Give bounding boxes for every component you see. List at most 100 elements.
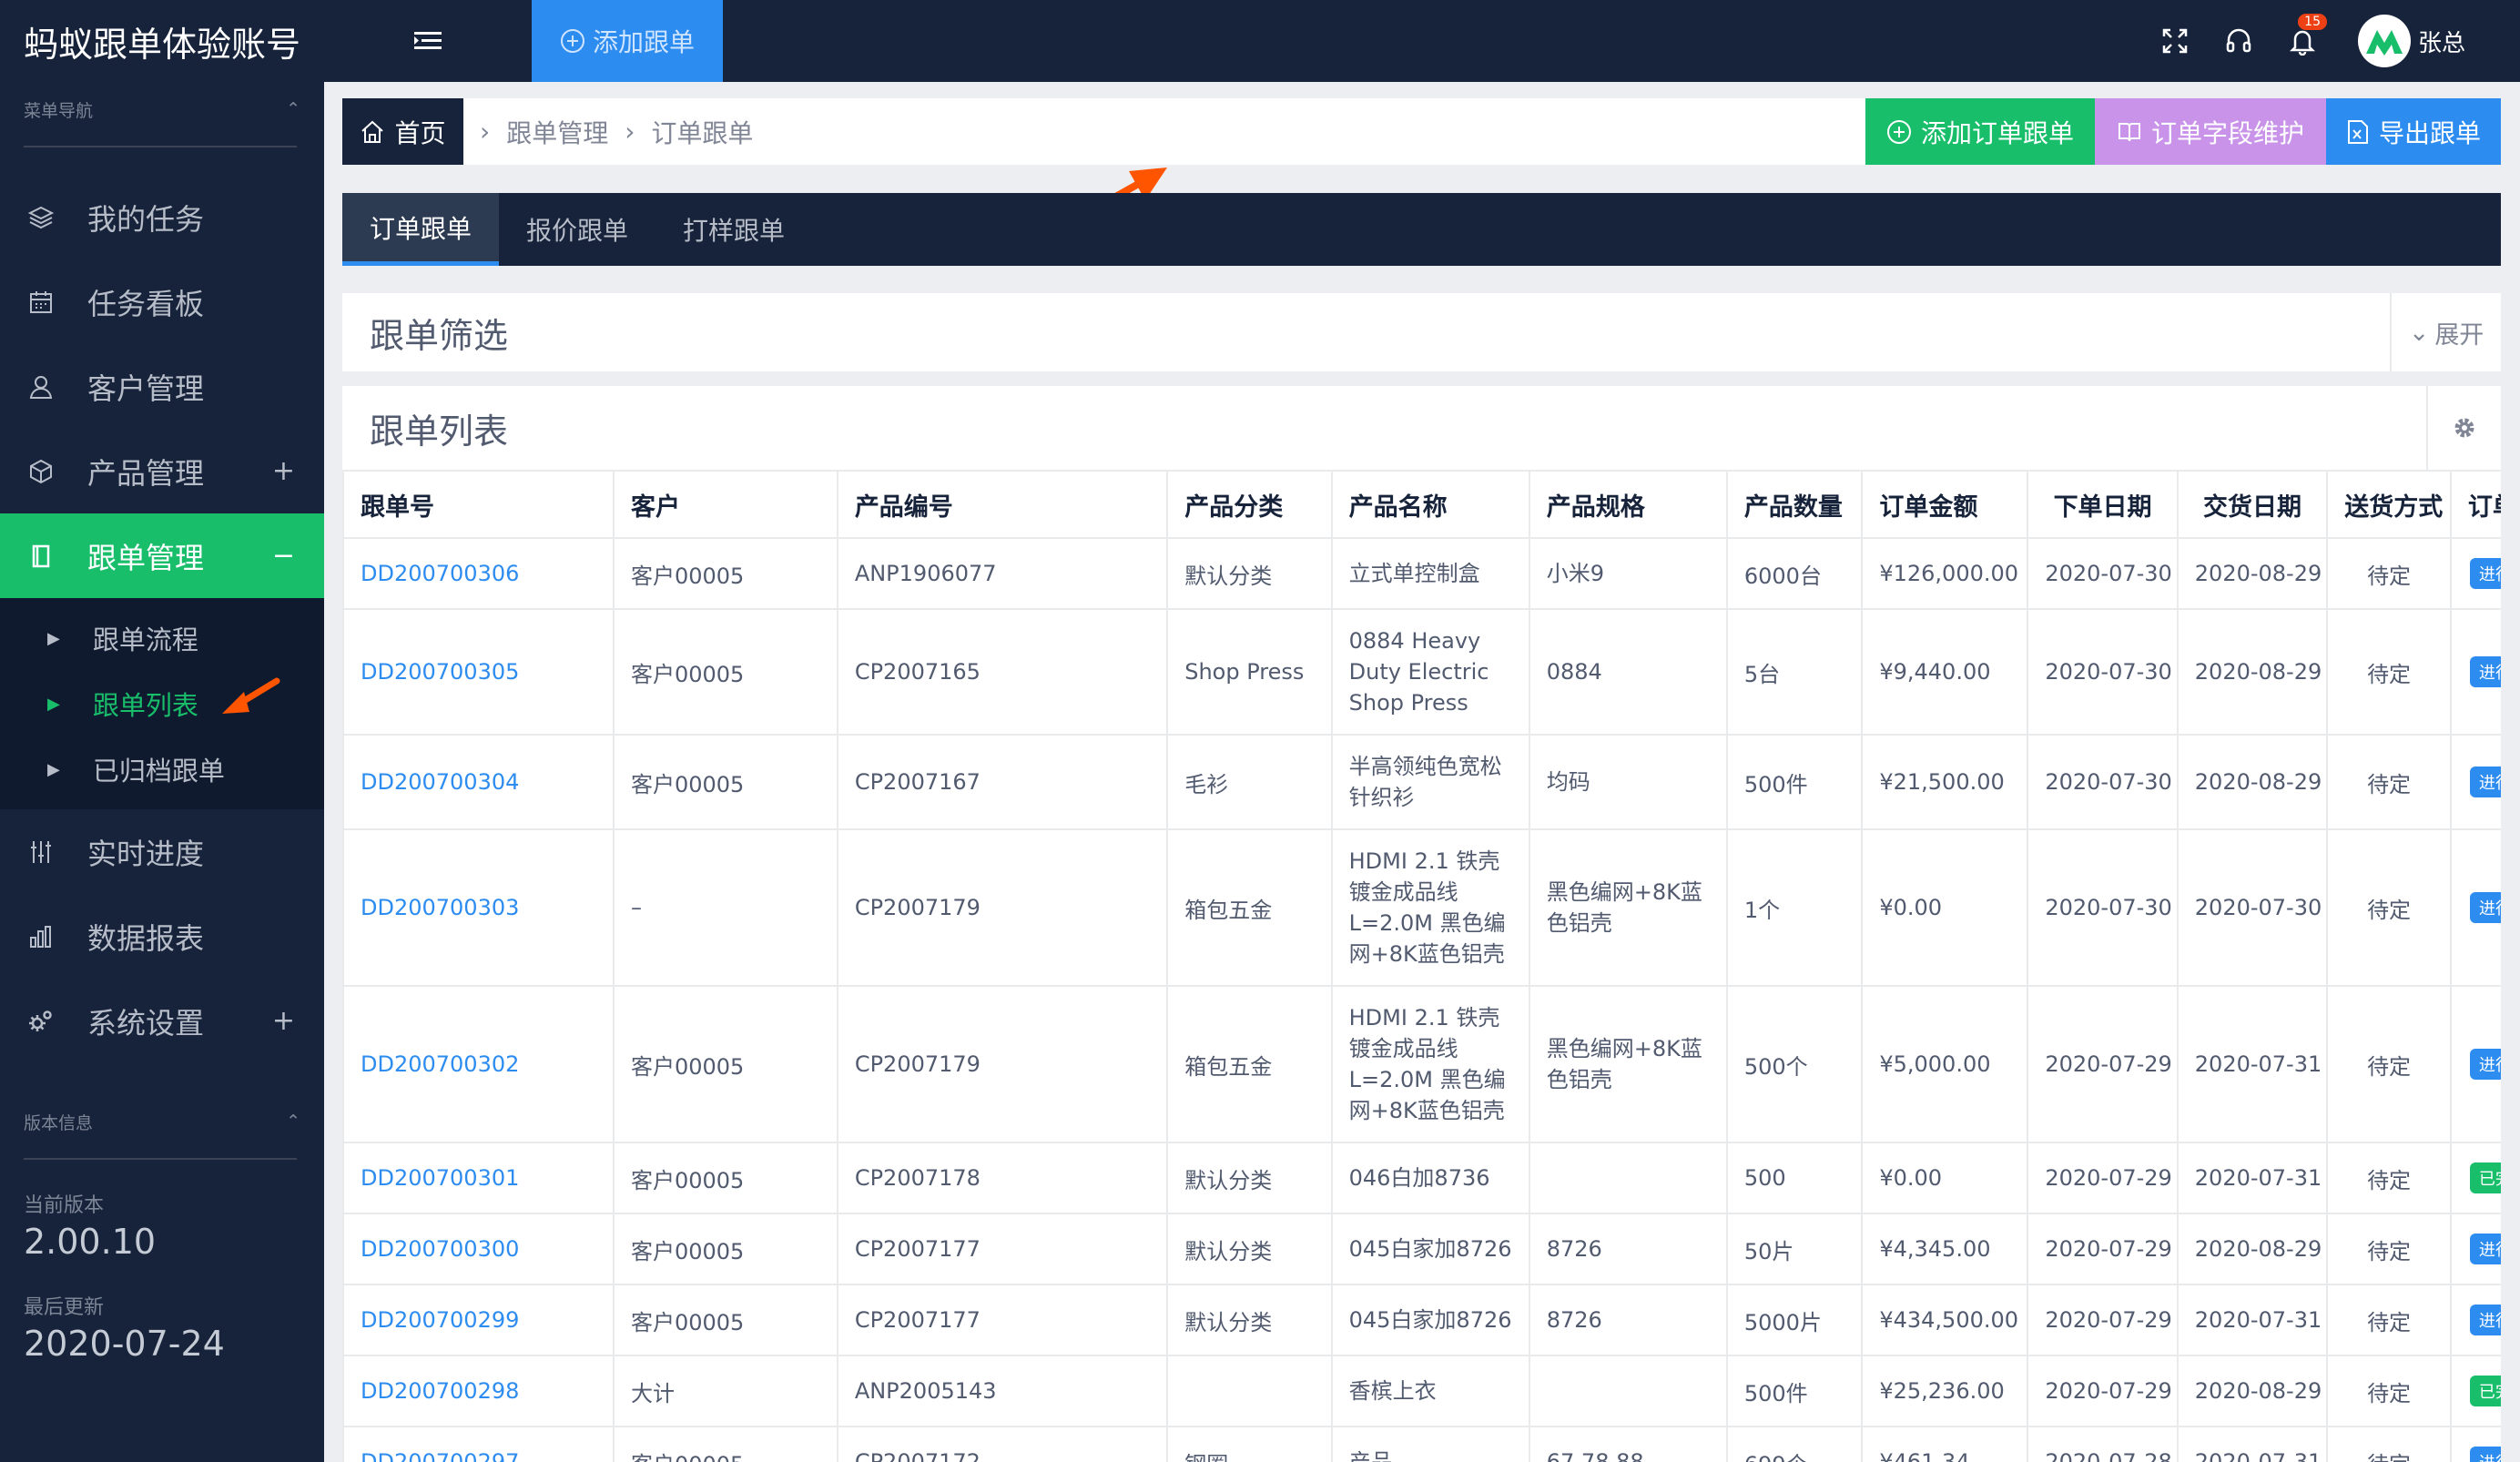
column-header[interactable]: 下单日期 bbox=[2027, 470, 2179, 539]
sidebar-subitem-list[interactable]: ▶ 跟单列表 bbox=[0, 671, 324, 736]
headset-icon[interactable] bbox=[2207, 26, 2271, 56]
order-number-link[interactable]: DD200700298 bbox=[342, 1355, 615, 1427]
gear-icon[interactable] bbox=[2426, 386, 2501, 470]
chevron-right-icon: › bbox=[480, 117, 491, 147]
amount-cell: ¥21,500.00 bbox=[1861, 734, 2029, 830]
table-row[interactable]: DD200700297客户00005CP2007172钢圈产品67.78.886… bbox=[342, 1426, 2501, 1462]
product-name-cell: 半高领纯色宽松针织衫 bbox=[1330, 734, 1530, 830]
table-row[interactable]: DD200700300 客户00005 CP2007177 默认分类 045白家加872… bbox=[342, 1213, 2501, 1285]
sidebar-item-label: 数据报表 bbox=[87, 920, 205, 956]
product-spec-cell: 67.78.88 bbox=[1528, 1426, 1728, 1462]
product-category-cell bbox=[1166, 1355, 1333, 1427]
user-name: 张总 bbox=[2417, 29, 2465, 57]
collapse-minus-icon: − bbox=[271, 540, 295, 572]
quantity-cell: 500件 bbox=[1725, 1355, 1864, 1427]
column-header[interactable]: 送货方式 bbox=[2326, 470, 2452, 539]
product-name-cell: 产品 bbox=[1330, 1426, 1530, 1462]
breadcrumb-home[interactable]: 首页 bbox=[342, 98, 463, 165]
column-header[interactable]: 产品规格 bbox=[1528, 470, 1728, 539]
app-title: 蚂蚁跟单体验账号 bbox=[24, 24, 301, 65]
top-add-label: 添加跟单 bbox=[592, 27, 695, 57]
add-order-tracking-button[interactable]: 添加订单跟单 bbox=[1865, 98, 2095, 165]
sidebar-item-reports[interactable]: 数据报表 bbox=[0, 894, 324, 979]
add-order-tracking-label: 添加订单跟单 bbox=[1920, 117, 2074, 148]
table-row[interactable]: DD200700304 客户00005 CP2007167 毛衫 半高领纯色宽松针织衫均… bbox=[342, 734, 2501, 830]
top-add-button[interactable]: 添加跟单 bbox=[532, 0, 723, 82]
sidebar-item-progress[interactable]: 实时进度 bbox=[0, 809, 324, 894]
menu-toggle-icon[interactable] bbox=[324, 30, 532, 52]
column-header[interactable]: 产品名称 bbox=[1330, 470, 1530, 539]
amount-cell: ¥461.34 bbox=[1861, 1426, 2029, 1462]
sidebar-item-settings[interactable]: 系统设置 + bbox=[0, 979, 324, 1063]
sidebar-item-task-board[interactable]: 任务看板 bbox=[0, 259, 324, 344]
order-date-cell: 2020-07-29 bbox=[2027, 985, 2179, 1143]
filter-panel: 跟单筛选 ⌄ 展开 bbox=[342, 293, 2501, 371]
table-row[interactable]: DD200700305 客户00005 CP2007165 Shop Press 088… bbox=[342, 608, 2501, 736]
order-number-link[interactable]: DD200700306 bbox=[342, 537, 615, 610]
delivery-date-cell: 2020-07-31 bbox=[2176, 1426, 2329, 1462]
column-header[interactable]: 产品数量 bbox=[1725, 470, 1864, 539]
breadcrumb-level1[interactable]: 跟单管理 bbox=[506, 114, 608, 150]
quantity-cell: 6000台 bbox=[1725, 537, 1864, 610]
product-spec-cell: 均码 bbox=[1528, 734, 1728, 830]
column-header[interactable]: 产品编号 bbox=[836, 470, 1169, 539]
product-spec-cell: 0884 bbox=[1528, 608, 1728, 736]
user-menu[interactable]: 张总 bbox=[2357, 15, 2465, 67]
column-header[interactable]: 订单状 bbox=[2449, 470, 2501, 539]
order-number-link[interactable]: DD200700300 bbox=[342, 1213, 615, 1285]
product-spec-cell bbox=[1528, 1142, 1728, 1214]
shipping-method-cell: 待定 bbox=[2326, 1284, 2452, 1356]
status-badge: 已完成 bbox=[2469, 1162, 2501, 1193]
divider bbox=[24, 146, 297, 147]
amount-cell: ¥0.00 bbox=[1861, 828, 2029, 987]
column-header[interactable]: 跟单号 bbox=[342, 470, 615, 539]
order-number-link[interactable]: DD200700301 bbox=[342, 1142, 615, 1214]
order-number-link[interactable]: DD200700302 bbox=[342, 985, 615, 1143]
shipping-method-cell: 待定 bbox=[2326, 828, 2452, 987]
delivery-date-cell: 2020-07-31 bbox=[2176, 1142, 2329, 1214]
fullscreen-icon[interactable] bbox=[2143, 26, 2207, 56]
tab-quote-tracking[interactable]: 报价跟单 bbox=[499, 193, 655, 266]
annotation-arrow-icon bbox=[221, 677, 280, 714]
column-header[interactable]: 订单金额 bbox=[1861, 470, 2029, 539]
table-row[interactable]: DD200700303– CP2007179 箱包五金 HDMI 2.1 铁壳镀金成品… bbox=[342, 828, 2501, 987]
current-version-value: 2.00.10 bbox=[24, 1222, 157, 1262]
table-row[interactable]: DD200700298 大计 ANP2005143 香槟上衣 500件 ¥25,236.0… bbox=[342, 1355, 2501, 1427]
version-section-header[interactable]: 版本信息 ⌃ bbox=[0, 1094, 324, 1140]
order-date-cell: 2020-07-30 bbox=[2027, 828, 2179, 987]
table-row[interactable]: DD200700302 客户00005 CP2007179 箱包五金 HDMI 2.1 … bbox=[342, 985, 2501, 1143]
sidebar-item-my-tasks[interactable]: 我的任务 bbox=[0, 175, 324, 259]
sidebar-subitem-flow[interactable]: ▶ 跟单流程 bbox=[0, 605, 324, 671]
sidebar-subitem-archived[interactable]: ▶ 已归档跟单 bbox=[0, 736, 324, 802]
bell-icon[interactable]: 15 bbox=[2271, 14, 2334, 56]
table-row[interactable]: DD200700306 客户00005 ANP1906077 默认分类 立式单控制盒 小米… bbox=[342, 537, 2501, 610]
sidebar-item-products[interactable]: 产品管理 + bbox=[0, 429, 324, 513]
table-body: DD200700306 客户00005 ANP1906077 默认分类 立式单控制盒 小米… bbox=[342, 537, 2501, 1462]
order-number-link[interactable]: DD200700299 bbox=[342, 1284, 615, 1356]
last-update-label: 最后更新 bbox=[24, 1296, 105, 1319]
expand-filter-button[interactable]: ⌄ 展开 bbox=[2390, 293, 2501, 371]
status-badge: 进行中 bbox=[2469, 767, 2501, 797]
status-cell: 进行中 bbox=[2449, 537, 2501, 610]
order-number-link[interactable]: DD200700303 bbox=[342, 828, 615, 987]
nav-section-header[interactable]: 菜单导航 ⌃ bbox=[0, 82, 324, 127]
tab-sample-tracking[interactable]: 打样跟单 bbox=[655, 193, 812, 266]
tab-order-tracking[interactable]: 订单跟单 bbox=[342, 193, 500, 266]
sidebar-item-tracking[interactable]: 跟单管理 − bbox=[0, 513, 324, 598]
export-button[interactable]: 导出跟单 bbox=[2326, 98, 2501, 165]
order-date-cell: 2020-07-29 bbox=[2027, 1284, 2179, 1356]
product-category-cell: 毛衫 bbox=[1166, 734, 1333, 830]
order-number-link[interactable]: DD200700304 bbox=[342, 734, 615, 830]
column-header[interactable]: 客户 bbox=[612, 470, 838, 539]
column-header[interactable]: 产品分类 bbox=[1166, 470, 1333, 539]
order-number-link[interactable]: DD200700297 bbox=[342, 1426, 615, 1462]
sidebar-item-customers[interactable]: 客户管理 bbox=[0, 344, 324, 429]
column-header[interactable]: 交货日期 bbox=[2176, 470, 2329, 539]
table-row[interactable]: DD200700301 客户00005 CP2007178 默认分类 046白加8736… bbox=[342, 1142, 2501, 1214]
product-category-cell: 箱包五金 bbox=[1166, 828, 1333, 987]
status-badge: 进行中 bbox=[2469, 558, 2501, 589]
field-maintenance-button[interactable]: 订单字段维护 bbox=[2095, 98, 2326, 165]
table-row[interactable]: DD200700299 客户00005 CP2007177 默认分类 045白家加872… bbox=[342, 1284, 2501, 1356]
order-number-link[interactable]: DD200700305 bbox=[342, 608, 615, 736]
product-spec-cell: 8726 bbox=[1528, 1284, 1728, 1356]
